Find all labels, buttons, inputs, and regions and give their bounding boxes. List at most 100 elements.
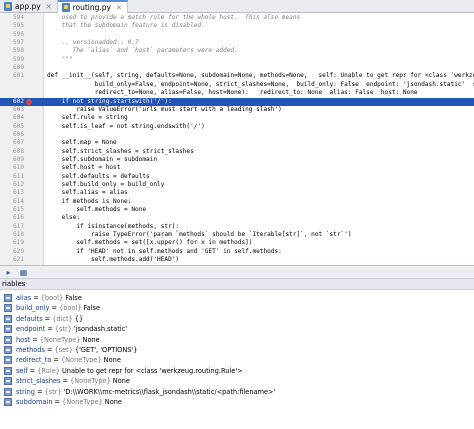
line-number: 618 — [12, 231, 24, 239]
code-line[interactable]: 607 self.map = None — [0, 139, 474, 147]
tab-app-py[interactable]: app.py ✕ — [0, 0, 58, 13]
variable-name: host — [16, 335, 31, 344]
code-text: if 'HEAD' not in self.methods and 'GET' … — [47, 247, 282, 255]
code-text: build_only=False, endpoint=None, strict_… — [47, 80, 474, 88]
code-line[interactable]: 611 self.defaults = defaults — [0, 173, 474, 181]
variable-name: redirect_to — [16, 356, 52, 365]
variable-type: {Rule} — [37, 366, 60, 375]
line-number: 604 — [12, 114, 24, 122]
line-number: 602 — [12, 97, 24, 105]
current-execution-line[interactable]: 602 if not string.startswith('/'): — [0, 97, 474, 106]
equals-sign: = — [51, 304, 57, 313]
variable-row-self[interactable]: self = {Rule} Unable to get repr for <class… — [0, 366, 474, 376]
code-line[interactable]: 619 self.methods = set([x.upper() for x … — [0, 239, 474, 247]
variable-row-strict-slashes[interactable]: strict_slashes = {NoneType} None — [0, 376, 474, 386]
equals-sign: = — [33, 294, 39, 302]
code-line[interactable]: 613 self.alias = alias — [0, 189, 474, 197]
variable-row-alias[interactable]: alias = {bool} False — [0, 293, 474, 303]
code-line[interactable]: 596 — [0, 31, 474, 39]
code-text: The `alias` and `host` parameters were a… — [47, 47, 238, 55]
equals-sign: = — [44, 314, 51, 323]
code-line[interactable]: 618 raise TypeError('param `methods` sho… — [0, 231, 474, 239]
tab-routing-py[interactable]: routing.py ✕ — [57, 0, 128, 13]
equals-sign: = — [47, 325, 53, 334]
code-line[interactable]: 600 — [0, 64, 474, 72]
code-line[interactable]: 605 self.is_leaf = not string.endswith('… — [0, 123, 474, 131]
variables-icon[interactable]: ▦ — [19, 268, 28, 277]
code-text: raise ValueError('urls must start with a… — [47, 105, 282, 113]
variable-row-redirect-to[interactable]: redirect_to = {NoneType} None — [0, 355, 474, 365]
code-line[interactable]: 620 if 'HEAD' not in self.methods and 'G… — [0, 248, 474, 256]
variable-row-defaults[interactable]: defaults = {dict}{} — [0, 314, 474, 324]
code-line[interactable]: 594 used to provide a match rule for the… — [0, 14, 474, 22]
variable-type: {set} — [54, 346, 73, 354]
code-line[interactable]: 606 — [0, 131, 474, 139]
line-number: 620 — [12, 247, 24, 255]
code-line[interactable]: 610 self.host = host — [0, 164, 474, 172]
code-line[interactable]: 597 .. versionadded:: 0.7 — [0, 39, 474, 47]
variable-name: defaults — [16, 314, 43, 323]
variable-row-string[interactable]: string = {str} 'D:\\WORK\\mc-metrics\\flask… — [0, 387, 474, 397]
code-line[interactable]: 614 if methods is None: — [0, 198, 474, 206]
code-line[interactable]: 604 self.rule = string — [0, 114, 474, 122]
code-line[interactable]: 609 self.subdomain = subdomain — [0, 156, 474, 164]
code-line[interactable]: redirect_to=None, alias=False, host=None… — [0, 89, 474, 97]
close-icon[interactable]: ✕ — [116, 4, 122, 12]
line-number: 609 — [12, 155, 24, 163]
code-line[interactable]: build_only=False, endpoint=None, strict_… — [0, 81, 474, 89]
code-line[interactable]: 612 self.build_only = build_only — [0, 181, 474, 189]
variable-type: {dict} — [52, 314, 73, 323]
code-line[interactable]: 599 """ — [0, 56, 474, 64]
code-line[interactable]: 617 if isinstance(methods, str): — [0, 223, 474, 231]
code-line[interactable]: 621 self.methods.add('HEAD') — [0, 256, 474, 264]
code-text: self.strict_slashes = strict_slashes — [47, 147, 194, 155]
line-number: 594 — [12, 14, 24, 21]
variable-type: {NoneType} — [62, 398, 103, 406]
line-number: 598 — [12, 47, 24, 55]
code-editor[interactable]: 594 used to provide a match rule for the… — [0, 13, 474, 265]
variables-pane: alias = {bool} False build_only = {bool} False d… — [0, 290, 474, 429]
variable-icon — [4, 387, 12, 396]
variable-type: {NoneType} — [39, 335, 81, 344]
equals-sign: = — [46, 346, 53, 354]
code-line[interactable]: 595 that the subdomain feature is disabl… — [0, 22, 474, 30]
variable-name: strict_slashes — [16, 377, 61, 386]
code-text: .. versionadded:: 0.7 — [47, 39, 139, 47]
equals-sign: = — [62, 377, 69, 386]
code-text: self.subdomain = subdomain — [47, 155, 158, 163]
code-text: if isinstance(methods, str): — [47, 222, 180, 230]
variable-icon — [4, 366, 12, 375]
line-number: 605 — [12, 122, 24, 130]
line-number: 595 — [12, 22, 24, 30]
variable-name: string — [16, 387, 35, 396]
code-text: self.alias = alias — [47, 189, 128, 197]
python-file-icon — [61, 3, 70, 12]
line-number: 597 — [12, 39, 24, 47]
tab-label: routing.py — [72, 3, 111, 12]
code-text: def __init__(self, string, defaults=None… — [47, 72, 474, 80]
variable-row-methods[interactable]: methods = {set} {'GET', 'OPTIONS'} — [0, 345, 474, 355]
line-number: 615 — [12, 206, 24, 214]
resume-icon[interactable]: ▸ — [4, 268, 13, 277]
code-text: self.methods = None — [47, 206, 147, 214]
code-line[interactable]: 598 The `alias` and `host` parameters we… — [0, 47, 474, 55]
variable-name: subdomain — [16, 398, 53, 406]
code-line[interactable]: 608 self.strict_slashes = strict_slashes — [0, 148, 474, 156]
variable-icon — [4, 377, 12, 386]
variable-row-build-only[interactable]: build_only = {bool} False — [0, 303, 474, 313]
variable-icon — [4, 294, 12, 302]
close-icon[interactable]: ✕ — [46, 3, 52, 11]
code-line[interactable]: 615 self.methods = None — [0, 206, 474, 214]
code-line[interactable]: 616 else: — [0, 214, 474, 222]
breakpoint-icon[interactable] — [26, 98, 32, 105]
variable-row-host[interactable]: host = {NoneType} None — [0, 335, 474, 345]
variable-row-endpoint[interactable]: endpoint = {str}'jsondash.static' — [0, 324, 474, 334]
variable-row-subdomain[interactable]: subdomain = {NoneType} None — [0, 397, 474, 407]
variable-value: False — [83, 304, 101, 313]
code-text: """ — [47, 55, 73, 63]
code-line[interactable]: 601 def __init__(self, string, defaults=N… — [0, 72, 474, 80]
variables-pane-title: riables — [2, 280, 26, 288]
variable-name: build_only — [16, 304, 50, 313]
variable-value: None — [104, 398, 122, 406]
code-line[interactable]: 603 raise ValueError('urls must start wi… — [0, 106, 474, 114]
